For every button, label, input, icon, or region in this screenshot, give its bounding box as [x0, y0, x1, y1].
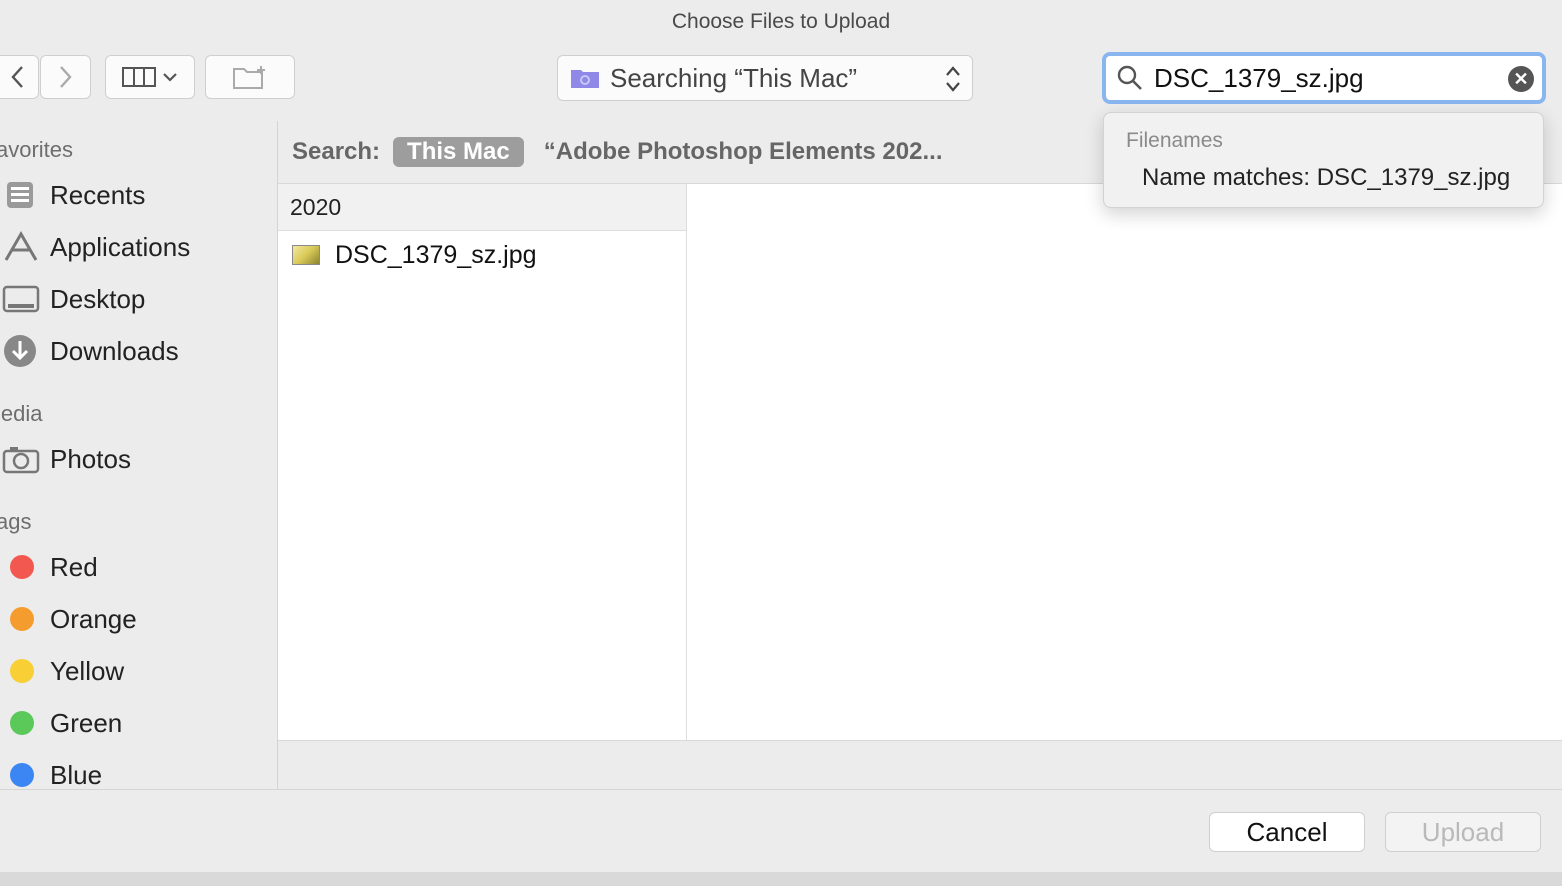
file-name: DSC_1379_sz.jpg [335, 240, 537, 269]
image-thumbnail-icon [292, 245, 320, 265]
group-header: 2020 [278, 184, 686, 231]
location-popup[interactable]: Searching “This Mac” [557, 55, 973, 101]
search-field[interactable]: ✕ [1102, 52, 1546, 104]
blue-tag-dot [10, 763, 34, 787]
smart-folder-icon [571, 70, 599, 88]
desktop-icon [2, 285, 40, 313]
updown-arrows-icon [946, 66, 960, 92]
chevron-right-icon [59, 66, 72, 88]
sidebar-item-desktop[interactable]: Desktop [0, 277, 277, 321]
search-suggestions-menu: Filenames Name matches: DSC_1379_sz.jpg [1103, 112, 1544, 208]
scope-this-mac-button[interactable]: This Mac [393, 137, 524, 167]
chevron-left-icon [10, 66, 23, 88]
cancel-button[interactable]: Cancel [1209, 812, 1365, 852]
orange-tag-dot [10, 607, 34, 631]
back-button[interactable] [0, 55, 39, 99]
sidebar-item-applications[interactable]: Applications [0, 225, 277, 269]
upload-button[interactable]: Upload [1385, 812, 1541, 852]
results-column: 2020 DSC_1379_sz.jpg [278, 184, 687, 740]
sidebar-item-recents[interactable]: Recents [0, 173, 277, 217]
path-bar [278, 740, 1562, 790]
window-title: Choose Files to Upload [671, 10, 891, 33]
sidebar-header-favorites: avorites [0, 137, 74, 162]
scope-label: Search: [292, 138, 381, 165]
clear-search-icon[interactable]: ✕ [1508, 66, 1534, 92]
new-folder-button[interactable] [205, 55, 295, 99]
sidebar-item-tag-blue[interactable]: Blue [0, 753, 277, 789]
sidebar: avorites Recents Applications Desktop Do… [0, 121, 278, 789]
file-row[interactable]: DSC_1379_sz.jpg [278, 231, 686, 279]
sidebar-header-media: ledia [0, 401, 43, 426]
new-folder-icon [233, 66, 265, 89]
applications-icon [4, 230, 38, 261]
sidebar-item-tag-orange[interactable]: Orange [0, 597, 277, 641]
location-label: Searching “This Mac” [610, 62, 858, 93]
suggestions-header: Filenames [1126, 129, 1223, 152]
browser-pane: Search: This Mac “Adobe Photoshop Elemen… [278, 121, 1562, 790]
scope-folder-button[interactable]: “Adobe Photoshop Elements 202... [544, 138, 943, 166]
suggestion-item[interactable]: Name matches: DSC_1379_sz.jpg [1142, 164, 1510, 192]
yellow-tag-dot [10, 659, 34, 683]
dialog-footer: Cancel Upload [0, 789, 1562, 873]
sidebar-item-downloads[interactable]: Downloads [0, 329, 277, 373]
downloads-icon [4, 335, 36, 367]
view-options-button[interactable] [105, 55, 195, 99]
red-tag-dot [10, 555, 34, 579]
search-input[interactable] [1152, 61, 1496, 95]
forward-button[interactable] [40, 55, 91, 99]
columns-view-icon [122, 67, 156, 87]
sidebar-item-tag-green[interactable]: Green [0, 701, 277, 745]
camera-icon [2, 447, 40, 474]
green-tag-dot [10, 711, 34, 735]
sidebar-item-photos[interactable]: Photos [0, 437, 277, 481]
sidebar-item-tag-yellow[interactable]: Yellow [0, 649, 277, 693]
sidebar-item-tag-red[interactable]: Red [0, 545, 277, 589]
recents-icon [7, 182, 33, 208]
search-icon [1117, 65, 1142, 90]
toolbar: Searching “This Mac” ✕ [0, 44, 1562, 120]
background-window-strip [0, 872, 1562, 886]
sidebar-header-tags: ags [0, 509, 32, 534]
chevron-down-icon [163, 73, 177, 82]
